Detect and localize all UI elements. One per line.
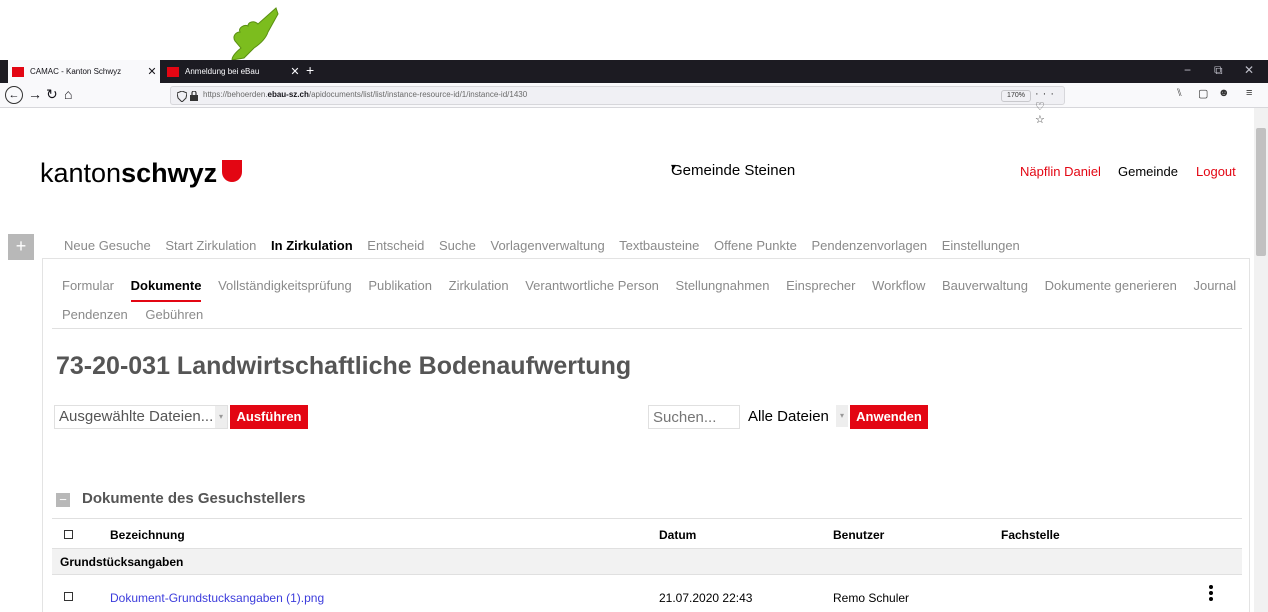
- sub-nav: Formular Dokumente Vollständigkeitsprüfu…: [62, 278, 1249, 302]
- tab-dokumente[interactable]: Dokumente: [130, 278, 202, 302]
- nav-offene-punkte[interactable]: Offene Punkte: [714, 238, 797, 253]
- url-prefix: https://behoerden.: [203, 90, 268, 99]
- nav-pendenzenvorlagen[interactable]: Pendenzenvorlagen: [811, 238, 927, 253]
- url-bar[interactable]: https://behoerden.ebau-sz.ch/apidocument…: [170, 86, 1065, 126]
- gemeinde-select[interactable]: Gemeinde Steinen ▾: [667, 158, 991, 184]
- favicon-icon: [167, 66, 179, 77]
- column-header-fachstelle[interactable]: Fachstelle: [1001, 528, 1060, 542]
- tab-close-icon[interactable]: ✕: [287, 65, 303, 78]
- forward-icon[interactable]: →: [28, 86, 42, 102]
- tab-bauverwaltung[interactable]: Bauverwaltung: [942, 278, 1028, 293]
- group-label: Grundstücksangaben: [60, 555, 184, 569]
- browser-tab-bar: CAMAC - Kanton Schwyz ✕ Anmeldung bei eB…: [0, 60, 1268, 83]
- tab-zirkulation[interactable]: Zirkulation: [449, 278, 509, 293]
- sub-nav-row2: Pendenzen Gebühren: [62, 307, 217, 322]
- menu-icon[interactable]: ≡: [1246, 87, 1252, 99]
- new-tab-button[interactable]: +: [306, 62, 314, 78]
- column-header-bezeichnung[interactable]: Bezeichnung: [110, 528, 185, 542]
- row-checkbox[interactable]: [64, 592, 73, 601]
- file-filter-value: Alle Dateien: [748, 408, 829, 425]
- tab-formular[interactable]: Formular: [62, 278, 114, 293]
- logout-link[interactable]: Logout: [1196, 164, 1236, 179]
- row-user: Remo Schuler: [833, 591, 910, 605]
- table-group-row: Grundstücksangaben: [52, 549, 1242, 575]
- collapse-icon[interactable]: −: [56, 493, 70, 507]
- zoom-level[interactable]: 170%: [1001, 90, 1031, 102]
- tab-workflow[interactable]: Workflow: [872, 278, 925, 293]
- tab-title: Anmeldung bei eBau: [185, 67, 260, 76]
- back-icon[interactable]: ←: [5, 86, 23, 104]
- tab-publikation[interactable]: Publikation: [368, 278, 432, 293]
- chevron-down-icon: ▾: [671, 162, 677, 173]
- apply-button[interactable]: Anwenden: [850, 405, 928, 429]
- home-icon[interactable]: ⌂: [64, 86, 72, 102]
- lock-icon: [190, 91, 198, 101]
- tab-ebau-login[interactable]: Anmeldung bei eBau ✕: [161, 60, 303, 83]
- search-input[interactable]: [648, 405, 740, 429]
- window-close-icon[interactable]: ✕: [1244, 63, 1254, 77]
- main-nav: Neue Gesuche Start Zirkulation In Zirkul…: [64, 238, 1031, 253]
- screen: CAMAC - Kanton Schwyz ✕ Anmeldung bei eB…: [0, 0, 1268, 612]
- restore-icon[interactable]: ⧉: [1214, 63, 1223, 78]
- nav-neue-gesuche[interactable]: Neue Gesuche: [64, 238, 151, 253]
- nav-start-zirkulation[interactable]: Start Zirkulation: [165, 238, 256, 253]
- page-scrollbar-thumb[interactable]: [1256, 128, 1266, 256]
- reload-icon[interactable]: ↻: [46, 86, 58, 103]
- url-host: ebau-sz.ch: [267, 90, 309, 99]
- divider: [52, 518, 1242, 519]
- nav-textbausteine[interactable]: Textbausteine: [619, 238, 699, 253]
- column-header-datum[interactable]: Datum: [659, 528, 696, 542]
- tab-dokumente-generieren[interactable]: Dokumente generieren: [1045, 278, 1177, 293]
- tab-camac[interactable]: CAMAC - Kanton Schwyz ✕: [8, 60, 160, 83]
- logo-text-light: kanton: [40, 158, 122, 188]
- tab-einsprecher[interactable]: Einsprecher: [786, 278, 855, 293]
- tab-close-icon[interactable]: ✕: [144, 65, 160, 78]
- chevron-down-icon: ▾: [836, 405, 848, 427]
- bulk-action-value: Ausgewählte Dateien...: [59, 408, 214, 425]
- tab-verantwortliche-person[interactable]: Verantwortliche Person: [525, 278, 659, 293]
- logo-text-bold: schwyz: [121, 158, 218, 188]
- coat-of-arms-icon: [222, 160, 242, 182]
- tab-journal[interactable]: Journal: [1193, 278, 1236, 293]
- document-link[interactable]: Dokument-Grundstucksangaben (1).png: [110, 591, 324, 605]
- row-date: 21.07.2020 22:43: [659, 591, 753, 605]
- tab-title: CAMAC - Kanton Schwyz: [30, 67, 122, 76]
- bulk-action-select[interactable]: Ausgewählte Dateien... ▾: [54, 405, 228, 429]
- column-header-benutzer[interactable]: Benutzer: [833, 528, 884, 542]
- tab-stellungnahmen[interactable]: Stellungnahmen: [676, 278, 770, 293]
- account-icon[interactable]: ☻: [1218, 87, 1230, 99]
- url-text: https://behoerden.ebau-sz.ch/apidocument…: [203, 90, 527, 99]
- favicon-icon: [12, 66, 24, 77]
- nav-vorlagenverwaltung[interactable]: Vorlagenverwaltung: [491, 238, 605, 253]
- nav-in-zirkulation[interactable]: In Zirkulation: [271, 238, 353, 253]
- nav-einstellungen[interactable]: Einstellungen: [942, 238, 1020, 253]
- divider: [52, 328, 1242, 329]
- section-title: Dokumente des Gesuchstellers: [82, 490, 306, 507]
- minimize-icon[interactable]: −: [1184, 63, 1191, 77]
- tab-pendenzen[interactable]: Pendenzen: [62, 307, 128, 322]
- kanton-schwyz-logo[interactable]: kantonschwyz: [40, 158, 217, 189]
- role-label: Gemeinde: [1118, 164, 1178, 179]
- file-filter-select[interactable]: Alle Dateien ▾: [744, 405, 848, 429]
- user-link[interactable]: Näpflin Daniel: [1020, 164, 1101, 179]
- nav-suche[interactable]: Suche: [439, 238, 476, 253]
- browser-toolbar: ← → ↻ ⌂ https://behoerden.ebau-sz.ch/api…: [0, 83, 1268, 126]
- tab-gebuehren[interactable]: Gebühren: [145, 307, 203, 322]
- shield-icon: [177, 91, 187, 102]
- more-actions-icon[interactable]: [1208, 585, 1214, 605]
- tab-vollstaendigkeitspruefung[interactable]: Vollständigkeitsprüfung: [218, 278, 352, 293]
- page-action-icons[interactable]: ··· ♡ ☆: [1035, 88, 1064, 126]
- sidebar-icon[interactable]: ▢: [1198, 87, 1208, 100]
- url-path: /apidocuments/list/list/instance-resourc…: [308, 90, 528, 99]
- hand-pointer-icon: [231, 7, 279, 61]
- page-title: 73-20-031 Landwirtschaftliche Bodenaufwe…: [56, 352, 632, 380]
- select-all-checkbox[interactable]: [64, 530, 73, 539]
- library-icon[interactable]: ⑊: [1176, 87, 1183, 99]
- add-button[interactable]: +: [8, 234, 34, 260]
- nav-entscheid[interactable]: Entscheid: [367, 238, 424, 253]
- chevron-down-icon: ▾: [215, 406, 227, 428]
- execute-button[interactable]: Ausführen: [230, 405, 308, 429]
